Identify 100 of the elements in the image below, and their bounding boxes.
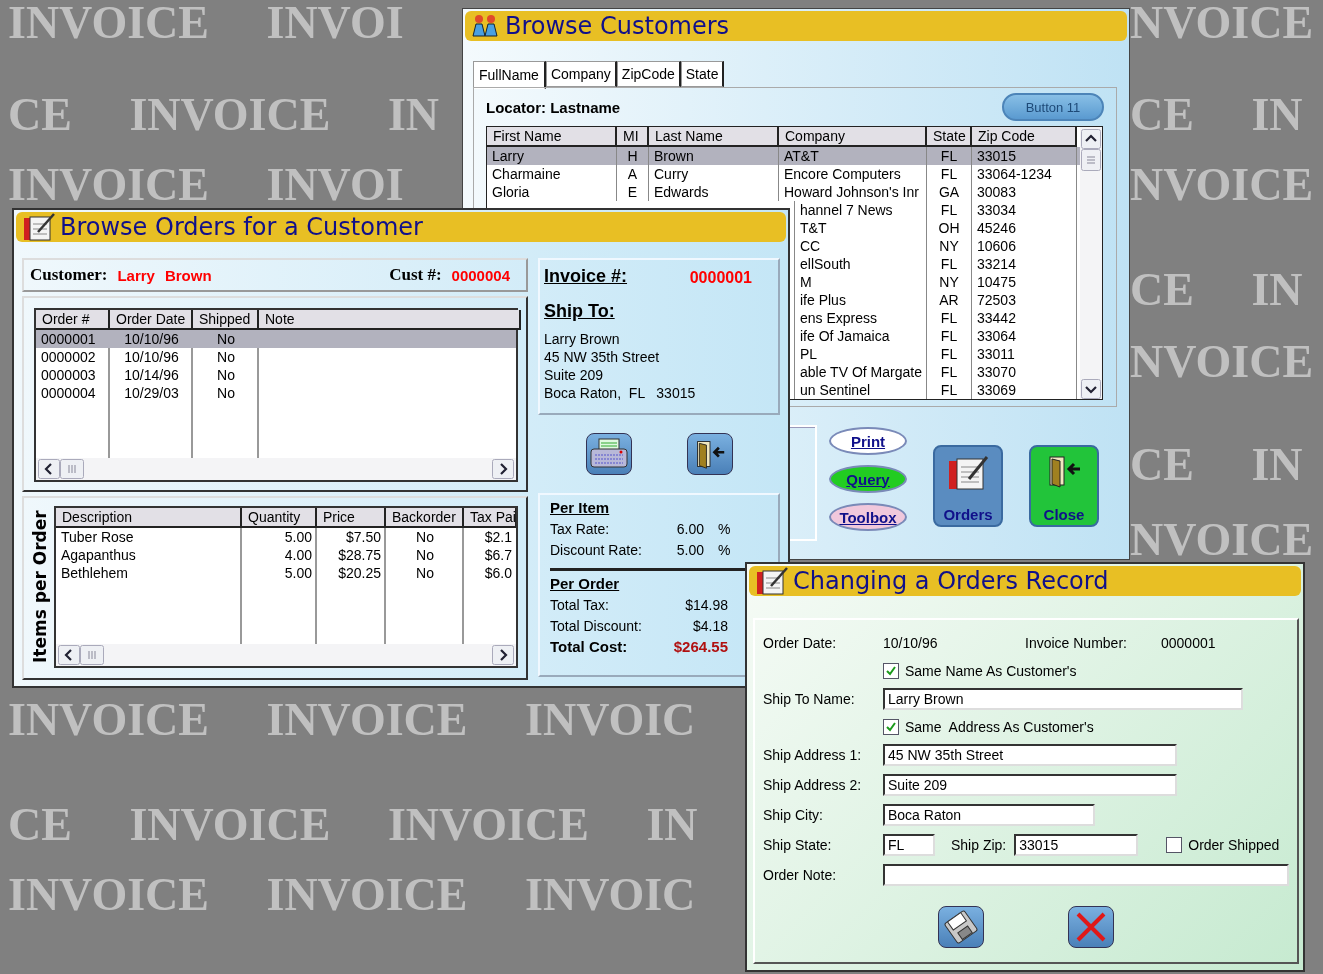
scroll-right-icon[interactable]	[492, 645, 514, 665]
column-header[interactable]: Description	[56, 508, 242, 528]
table-row[interactable]: T&T OH 45246	[795, 219, 1077, 237]
table-cell: FL	[940, 328, 958, 344]
column-header[interactable]: Shipped	[193, 310, 259, 330]
horizontal-scrollbar[interactable]	[36, 458, 516, 480]
column-header[interactable]: Last Name	[649, 127, 779, 147]
checkbox-square[interactable]	[1166, 837, 1183, 853]
same-name-checkbox[interactable]: Same Name As Customer's	[883, 663, 1077, 679]
field-label: Invoice Number:	[1025, 635, 1128, 651]
table-row[interactable]: hannel 7 News FL 33034	[795, 201, 1077, 219]
tile-button[interactable]: Orders	[933, 445, 1003, 527]
address-2-field[interactable]: Suite 209	[883, 774, 1177, 796]
rate-value: 5.00	[675, 541, 704, 558]
table-cell: 33442	[977, 310, 1016, 326]
ship-to-name-field[interactable]: Larry Brown	[883, 688, 1243, 710]
table-cell: No	[416, 565, 434, 581]
table-row[interactable]: 0000003 10/14/96 No	[36, 366, 516, 384]
column-header[interactable]: Zip Code	[972, 127, 1077, 147]
exit-button[interactable]	[686, 433, 733, 475]
column-header[interactable]: Order #	[36, 310, 110, 330]
scroll-left-icon[interactable]	[38, 459, 60, 479]
column-header[interactable]: Note	[259, 310, 521, 330]
tab[interactable]: Company	[545, 61, 617, 87]
window-title: Browse Orders for a Customer	[60, 213, 423, 241]
table-row[interactable]: ife Plus AR 72503	[795, 291, 1077, 309]
city-field[interactable]: Boca Raton	[883, 804, 1095, 826]
field-label: Ship Zip:	[951, 837, 1007, 853]
column-header[interactable]: State	[927, 127, 972, 147]
tab[interactable]: FullName	[473, 61, 546, 89]
column-header[interactable]: Tax Pai	[464, 508, 516, 528]
scroll-thumb-icon[interactable]	[80, 645, 104, 665]
column-header[interactable]: Order Date	[110, 310, 193, 330]
state-field[interactable]: FL	[883, 834, 935, 856]
table-row[interactable]: ellSouth FL 33214	[795, 255, 1077, 273]
table-cell: 33214	[977, 256, 1016, 272]
checkbox-square[interactable]	[883, 663, 899, 679]
vertical-scrollbar[interactable]	[1080, 127, 1102, 399]
column-header[interactable]: Company	[779, 127, 927, 147]
order-shipped-checkbox[interactable]: Order Shipped	[1166, 837, 1280, 853]
oval-button[interactable]: Print	[829, 427, 907, 455]
table-row[interactable]: Gloria E Edwards Howard Johnson's Inr GA 30083	[487, 183, 1080, 201]
table-row[interactable]: CC NY 10606	[795, 237, 1077, 255]
print-button[interactable]	[585, 433, 632, 475]
address-line: Suite 209	[544, 366, 604, 384]
column-header[interactable]: Quantity	[242, 508, 317, 528]
column-header[interactable]: MI	[617, 127, 649, 147]
table-cell: 45246	[977, 220, 1016, 236]
table-row[interactable]: PL FL 33011	[795, 345, 1077, 363]
horizontal-scrollbar[interactable]	[56, 644, 516, 666]
table-cell: 10/10/96	[124, 331, 179, 347]
column-header[interactable]: First Name	[487, 127, 617, 147]
oval-button[interactable]: Query	[829, 465, 907, 493]
wallpaper-text: NVOICE	[1130, 162, 1314, 208]
tab[interactable]: ZipCode	[616, 61, 681, 87]
table-cell: FL	[940, 256, 958, 272]
table-row[interactable]: M NY 10475	[795, 273, 1077, 291]
table-cell: Bethlehem	[61, 565, 128, 581]
cancel-button[interactable]	[1068, 906, 1114, 948]
scroll-right-icon[interactable]	[492, 459, 514, 479]
table-cell: Edwards	[654, 184, 709, 200]
table-cell: 5.00	[284, 565, 312, 581]
same-address-checkbox[interactable]: Same Address As Customer's	[883, 719, 1094, 735]
zip-field[interactable]: 33015	[1014, 834, 1139, 856]
table-cell: Tuber Rose	[61, 529, 134, 545]
window-title: Browse Customers	[505, 12, 730, 40]
checkbox-square[interactable]	[883, 719, 899, 735]
table-cell: Gloria	[492, 184, 530, 200]
table-row[interactable]: 0000001 10/10/96 No	[36, 330, 516, 348]
table-cell: 0000002	[41, 349, 96, 365]
total-label: Total Tax:	[550, 596, 610, 613]
oval-button[interactable]: Toolbox	[829, 503, 907, 531]
column-header[interactable]: Backorder	[386, 508, 464, 528]
table-row[interactable]: ife Of Jamaica FL 33064	[795, 327, 1077, 345]
order-note-field[interactable]	[883, 864, 1289, 886]
save-button[interactable]	[938, 906, 984, 948]
wallpaper-text: INVOICE INVOI	[8, 0, 404, 46]
table-row[interactable]: un Sentinel FL 33069	[795, 381, 1077, 399]
table-cell: $6.0	[484, 565, 512, 581]
scroll-left-icon[interactable]	[58, 645, 80, 665]
table-row[interactable]: 0000004 10/29/03 No	[36, 384, 516, 402]
table-cell: 30083	[977, 184, 1016, 200]
address-1-field[interactable]: 45 NW 35th Street	[883, 744, 1177, 766]
table-row[interactable]: able TV Of Margate FL 33070	[795, 363, 1077, 381]
scroll-up-icon[interactable]	[1081, 129, 1101, 149]
table-cell: OH	[938, 220, 960, 236]
table-row[interactable]: 0000002 10/10/96 No	[36, 348, 516, 366]
scroll-thumb-icon[interactable]	[60, 459, 84, 479]
column-header[interactable]: Price	[317, 508, 386, 528]
table-row[interactable]: ens Express FL 33442	[795, 309, 1077, 327]
scroll-thumb-icon[interactable]	[1081, 149, 1101, 171]
scroll-down-icon[interactable]	[1081, 379, 1101, 399]
tab[interactable]: State	[680, 61, 725, 87]
tile-button[interactable]: Close	[1029, 445, 1099, 527]
percent-sign: %	[718, 541, 731, 558]
table-row[interactable]: Charmaine A Curry Encore Computers FL 33064-1234	[487, 165, 1080, 183]
wallpaper-text: CE IN	[1130, 442, 1303, 488]
table-cell: $28.75	[338, 547, 381, 563]
table-row[interactable]: Larry H Brown AT&T FL 33015	[487, 147, 1080, 165]
printer-icon	[588, 437, 629, 471]
